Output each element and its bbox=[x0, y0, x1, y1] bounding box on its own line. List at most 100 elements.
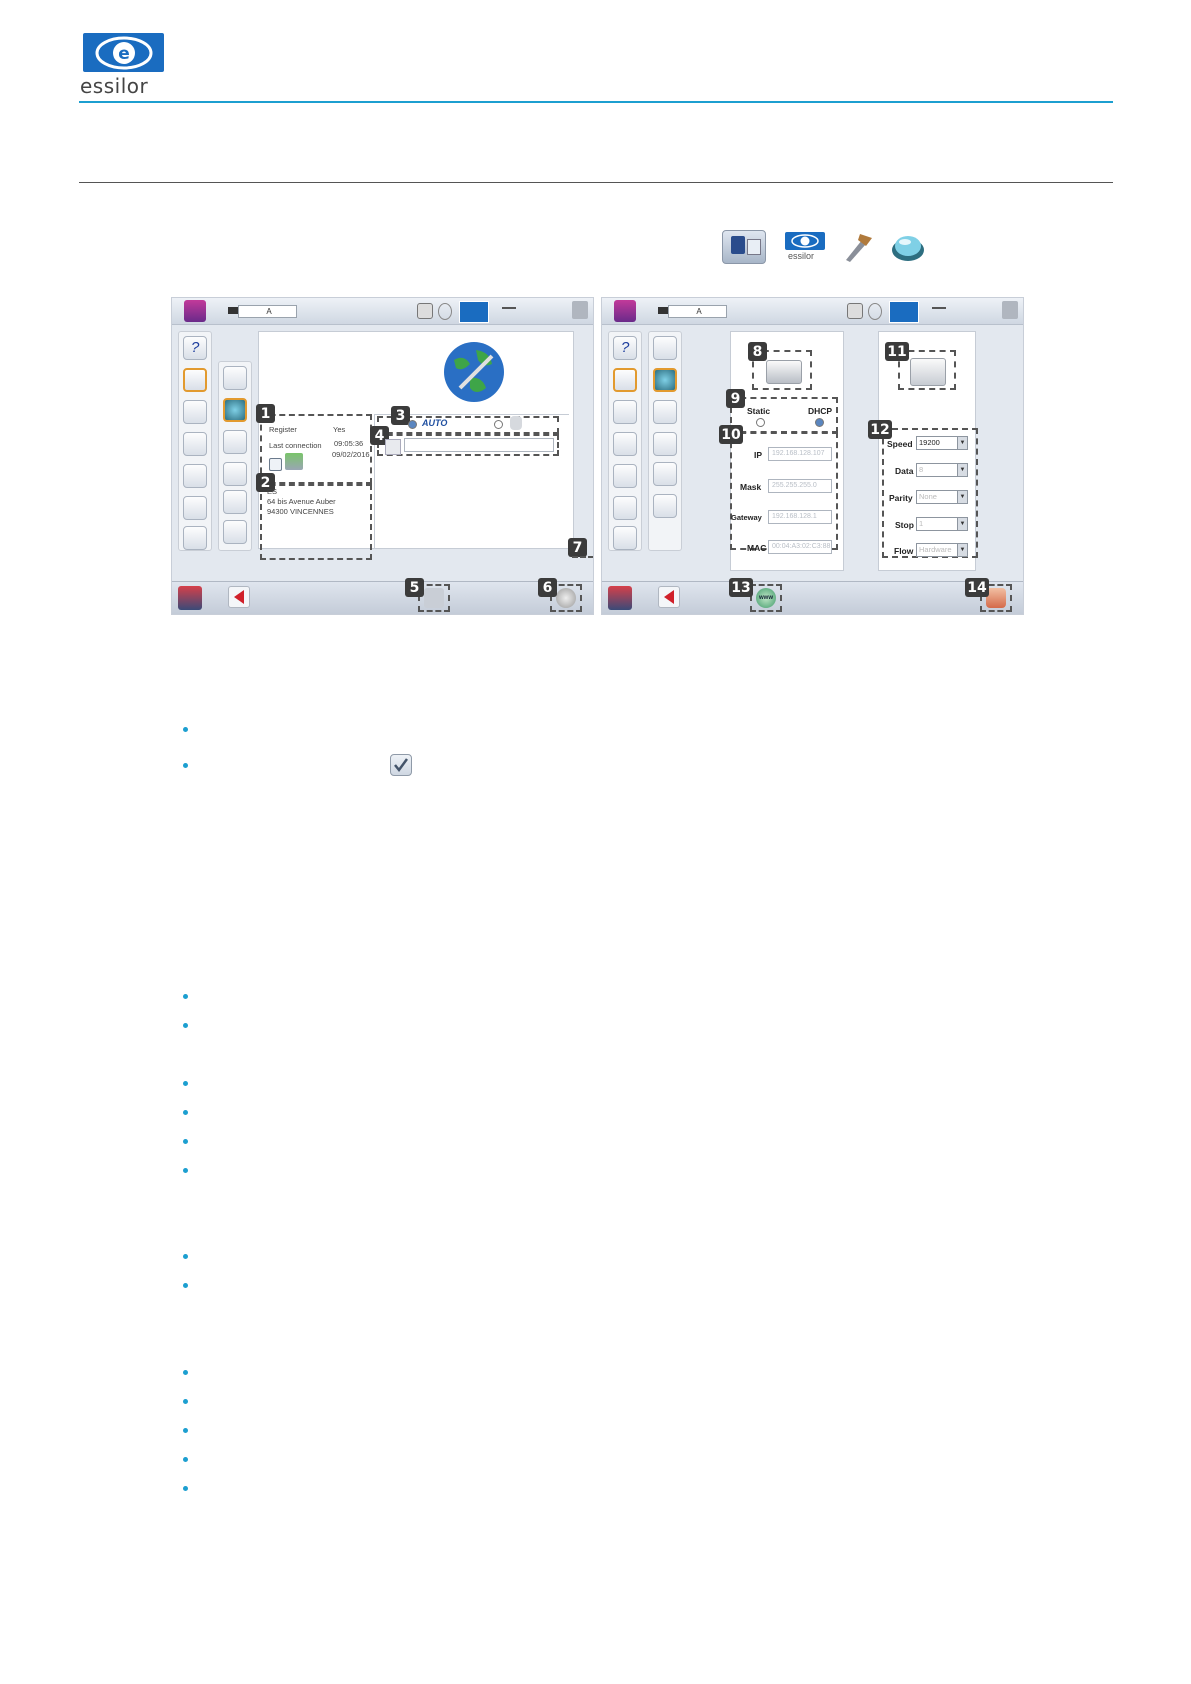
manual-radio[interactable] bbox=[494, 420, 503, 429]
gears-icon[interactable] bbox=[613, 464, 637, 488]
topbar-field[interactable]: A bbox=[238, 305, 297, 318]
speed-value: 19200 bbox=[919, 438, 940, 447]
network-icon[interactable] bbox=[653, 400, 677, 424]
dhcp-label: DHCP bbox=[808, 406, 833, 416]
speed-label: Speed bbox=[887, 439, 913, 449]
usb-icon[interactable] bbox=[183, 496, 207, 520]
list-bullet bbox=[183, 994, 188, 999]
help-icon[interactable]: ? bbox=[613, 336, 637, 360]
mask-label: Mask bbox=[740, 482, 762, 492]
ip-field[interactable]: 192.168.128.107 bbox=[768, 447, 832, 461]
gateway-label: Gateway bbox=[731, 513, 762, 522]
flow-select[interactable]: Hardware ▼ bbox=[916, 543, 968, 557]
settings-person-icon[interactable] bbox=[183, 526, 207, 550]
list-bullet bbox=[183, 763, 188, 768]
gateway-field[interactable]: 192.168.128.1 bbox=[768, 510, 832, 524]
list-bullet bbox=[183, 1283, 188, 1288]
callout-11: 11 bbox=[885, 342, 909, 361]
address-line-1: ES bbox=[267, 487, 278, 496]
parity-select[interactable]: None ▼ bbox=[916, 490, 968, 504]
check-tool-icon[interactable] bbox=[613, 400, 637, 424]
server-field[interactable] bbox=[404, 438, 554, 452]
upload-icon[interactable] bbox=[285, 453, 303, 470]
chevron-down-icon: ▼ bbox=[957, 544, 967, 556]
callout-3: 3 bbox=[391, 406, 410, 425]
machine-icon[interactable] bbox=[653, 336, 677, 360]
callout-6: 6 bbox=[538, 578, 557, 597]
globe-lens-icon[interactable] bbox=[223, 398, 247, 422]
auto-radio[interactable] bbox=[408, 420, 417, 429]
mac-field[interactable]: 00:04:A3:02:C3:88 bbox=[768, 540, 832, 554]
usb-icon[interactable] bbox=[613, 496, 637, 520]
list-bullet bbox=[183, 1486, 188, 1491]
serial-device-icon bbox=[910, 358, 946, 386]
dhcp-radio[interactable] bbox=[815, 418, 824, 427]
stats-icon[interactable] bbox=[183, 432, 207, 456]
machine-icon[interactable] bbox=[223, 366, 247, 390]
last-connection-date: 09/02/2016 bbox=[332, 450, 370, 459]
chevron-down-icon: ▼ bbox=[957, 464, 967, 476]
sidebar-primary: ? bbox=[608, 331, 642, 551]
last-connection-label: Last connection bbox=[269, 441, 322, 450]
callout-12: 12 bbox=[868, 420, 892, 439]
list-bullet bbox=[183, 1457, 188, 1462]
mask-field[interactable]: 255.255.255.0 bbox=[768, 479, 832, 493]
auto-label: AUTO bbox=[422, 418, 448, 428]
exit-icon[interactable] bbox=[1002, 301, 1018, 319]
list-bullet bbox=[183, 1168, 188, 1173]
back-button[interactable] bbox=[228, 586, 250, 608]
www-globe-icon[interactable]: www bbox=[756, 588, 776, 608]
globe-lens-icon[interactable] bbox=[653, 368, 677, 392]
address-line-3: 94300 VINCENNES bbox=[267, 507, 334, 516]
checkbox-icon[interactable] bbox=[269, 458, 282, 471]
gear-icon[interactable] bbox=[556, 588, 576, 608]
camera-icon bbox=[417, 303, 433, 319]
stop-select[interactable]: 1 ▼ bbox=[916, 517, 968, 531]
sidebar-secondary bbox=[218, 361, 252, 551]
help-icon[interactable]: ? bbox=[183, 336, 207, 360]
hand-reset-icon[interactable] bbox=[986, 588, 1006, 608]
drive-icon[interactable] bbox=[223, 490, 247, 514]
battery-icon bbox=[228, 307, 238, 314]
topbar: A bbox=[602, 298, 1023, 325]
usb-icon bbox=[502, 307, 516, 315]
contact-icon[interactable] bbox=[424, 588, 444, 608]
essilor-eye-logo-icon: e bbox=[95, 36, 152, 69]
callout-5: 5 bbox=[405, 578, 424, 597]
data-select[interactable]: 8 ▼ bbox=[916, 463, 968, 477]
grid-red-icon[interactable] bbox=[653, 432, 677, 456]
person-add-icon[interactable] bbox=[178, 586, 202, 610]
topbar: A bbox=[172, 298, 593, 325]
logo-text: essilor bbox=[80, 74, 149, 98]
checklist-icon[interactable] bbox=[223, 520, 247, 544]
static-radio[interactable] bbox=[756, 418, 765, 427]
check-tool-icon[interactable] bbox=[183, 400, 207, 424]
exit-icon[interactable] bbox=[572, 301, 588, 319]
network-icon[interactable] bbox=[223, 430, 247, 454]
person-add-icon[interactable] bbox=[608, 586, 632, 610]
essilor-logo-icon: essilor bbox=[782, 230, 828, 264]
machine-icon bbox=[722, 230, 766, 264]
essilor-badge-icon bbox=[889, 301, 919, 323]
list-bullet bbox=[183, 1139, 188, 1144]
speed-select[interactable]: 19200 ▼ bbox=[916, 436, 968, 450]
stop-label: Stop bbox=[895, 520, 914, 530]
callout-13: 13 bbox=[729, 578, 753, 597]
essilor-logo: e bbox=[83, 33, 164, 72]
topbar-field[interactable]: A bbox=[668, 305, 727, 318]
stats-icon[interactable] bbox=[613, 432, 637, 456]
list-bullet bbox=[183, 1370, 188, 1375]
callout-10: 10 bbox=[719, 425, 743, 444]
battery-icon bbox=[658, 307, 668, 314]
gears-icon[interactable] bbox=[183, 464, 207, 488]
callout-8: 8 bbox=[748, 342, 767, 361]
tools-icon[interactable] bbox=[183, 368, 207, 392]
user-icon bbox=[184, 300, 206, 322]
settings-person-icon[interactable] bbox=[613, 526, 637, 550]
tools-icon[interactable] bbox=[613, 368, 637, 392]
list-bullet bbox=[183, 1254, 188, 1259]
drive-icon[interactable] bbox=[653, 462, 677, 486]
grid-red-icon[interactable] bbox=[223, 462, 247, 486]
back-button[interactable] bbox=[658, 586, 680, 608]
checklist-icon[interactable] bbox=[653, 494, 677, 518]
